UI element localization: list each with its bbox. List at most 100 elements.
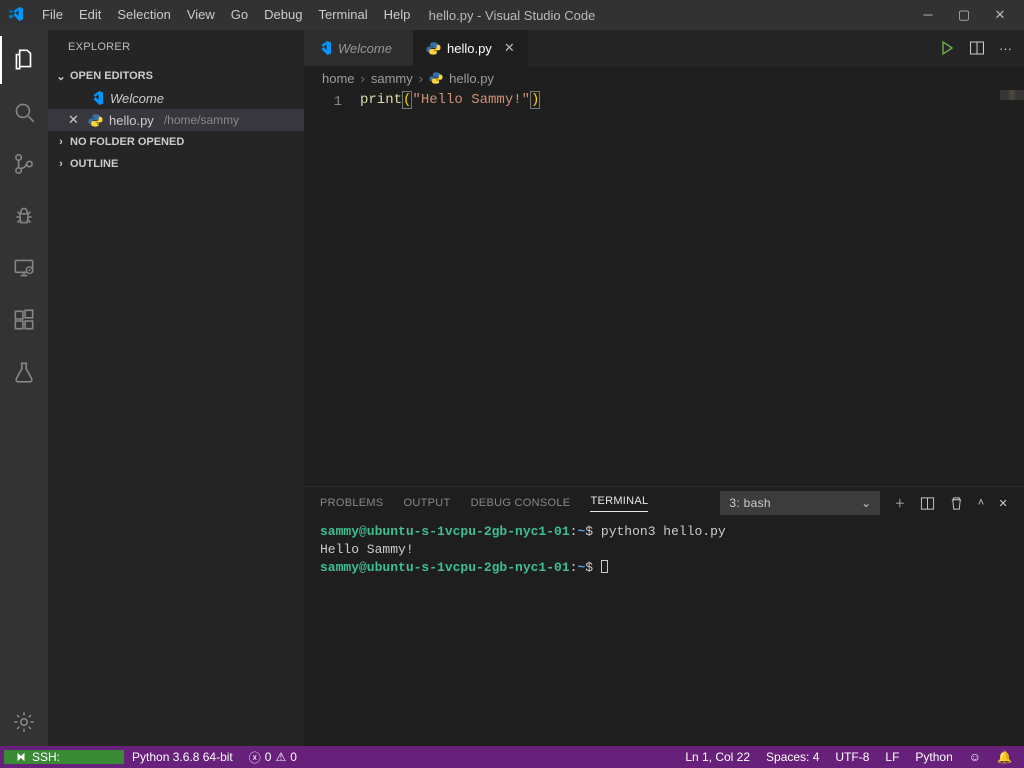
close-icon[interactable]: ✕	[504, 40, 515, 56]
status-bar: SSH: Python 3.6.8 64-bit ⓧ0 ⚠0 Ln 1, Col…	[0, 746, 1024, 768]
menu-file[interactable]: File	[34, 0, 71, 30]
close-icon[interactable]: ✕	[998, 497, 1008, 510]
warning-icon: ⚠	[275, 750, 286, 764]
activity-search[interactable]	[0, 88, 48, 136]
status-encoding[interactable]: UTF-8	[827, 750, 877, 764]
activity-debug[interactable]	[0, 192, 48, 240]
status-remote[interactable]: SSH:	[4, 750, 124, 764]
status-indent[interactable]: Spaces: 4	[758, 750, 827, 764]
chevron-right-icon: ›	[54, 136, 68, 148]
more-icon[interactable]: ···	[999, 41, 1012, 56]
activity-test[interactable]	[0, 348, 48, 396]
menu-view[interactable]: View	[179, 0, 223, 30]
open-editor-welcome[interactable]: Welcome	[48, 87, 304, 109]
tab-hello-py[interactable]: hello.py ✕	[414, 30, 528, 66]
titlebar: File Edit Selection View Go Debug Termin…	[0, 0, 1024, 30]
status-feedback-icon[interactable]: ☺	[961, 750, 989, 764]
breadcrumb[interactable]: home › sammy › hello.py	[304, 66, 1024, 90]
status-language[interactable]: Python	[907, 750, 960, 764]
token-function: print	[360, 92, 402, 108]
menu-terminal[interactable]: Terminal	[310, 0, 375, 30]
token-bracket-match: )	[530, 91, 540, 109]
token-bracket-match: (	[402, 91, 412, 109]
terminal-body[interactable]: sammy@ubuntu-s-1vcpu-2gb-nyc1-01:~$ pyth…	[304, 519, 1024, 746]
chevron-up-icon[interactable]: ˄	[978, 497, 985, 509]
status-problems[interactable]: ⓧ0 ⚠0	[241, 749, 305, 766]
vscode-logo-icon	[8, 6, 26, 24]
status-lncol[interactable]: Ln 1, Col 22	[677, 750, 758, 764]
terminal-select-label: 3: bash	[729, 496, 770, 510]
crumb-file[interactable]: hello.py	[449, 71, 494, 86]
term-command: python3 hello.py	[601, 524, 726, 539]
new-terminal-icon[interactable]: ＋	[894, 495, 905, 511]
tab-bar: Welcome hello.py ✕ ···	[304, 30, 1024, 66]
activity-extensions[interactable]	[0, 296, 48, 344]
chevron-right-icon: ›	[54, 158, 68, 170]
panel-tab-debug-console[interactable]: DEBUG CONSOLE	[471, 497, 571, 509]
menu-selection[interactable]: Selection	[109, 0, 178, 30]
crumb-sammy[interactable]: sammy	[371, 71, 413, 86]
line-gutter: 1	[304, 90, 360, 486]
menu-debug[interactable]: Debug	[256, 0, 310, 30]
activity-bar	[0, 30, 48, 746]
term-user: sammy@ubuntu-s-1vcpu-2gb-nyc1-01	[320, 524, 570, 539]
python-file-icon	[429, 71, 443, 85]
open-editor-hello-py[interactable]: ✕ hello.py /home/sammy	[48, 109, 304, 131]
code-content[interactable]: print("Hello Sammy!")	[360, 90, 540, 486]
vscode-logo-icon	[316, 40, 332, 56]
close-icon[interactable]: ✕	[68, 112, 82, 128]
section-outline[interactable]: › OUTLINE	[48, 153, 304, 175]
panel-tabs: PROBLEMS OUTPUT DEBUG CONSOLE TERMINAL 3…	[304, 487, 1024, 519]
open-editor-label: hello.py	[109, 113, 154, 128]
activity-settings[interactable]	[0, 698, 48, 746]
line-number: 1	[304, 92, 342, 112]
tab-label: hello.py	[447, 41, 492, 56]
section-open-editors-label: OPEN EDITORS	[70, 70, 153, 82]
sidebar-title: EXPLORER	[48, 30, 304, 65]
menu-help[interactable]: Help	[376, 0, 419, 30]
panel-tab-problems[interactable]: PROBLEMS	[320, 497, 384, 509]
crumb-home[interactable]: home	[322, 71, 355, 86]
chevron-right-icon: ›	[361, 71, 365, 86]
python-file-icon	[88, 113, 103, 128]
section-no-folder-label: NO FOLDER OPENED	[70, 136, 184, 148]
split-terminal-icon[interactable]	[920, 496, 935, 511]
open-editor-label: Welcome	[110, 91, 164, 106]
term-output: Hello Sammy!	[320, 542, 414, 557]
activity-source-control[interactable]	[0, 140, 48, 188]
status-python[interactable]: Python 3.6.8 64-bit	[124, 750, 241, 764]
terminal-cursor	[601, 560, 608, 573]
vscode-logo-icon	[88, 90, 104, 106]
term-user: sammy@ubuntu-s-1vcpu-2gb-nyc1-01	[320, 560, 570, 575]
remote-icon	[14, 750, 28, 764]
menu-edit[interactable]: Edit	[71, 0, 109, 30]
run-icon[interactable]	[939, 40, 955, 56]
code-editor[interactable]: 1 print("Hello Sammy!")	[304, 90, 1024, 486]
activity-remote[interactable]	[0, 244, 48, 292]
panel-tab-terminal[interactable]: TERMINAL	[590, 495, 648, 512]
python-file-icon	[426, 41, 441, 56]
panel: PROBLEMS OUTPUT DEBUG CONSOLE TERMINAL 3…	[304, 486, 1024, 746]
window-close-icon[interactable]: ✕	[992, 7, 1008, 23]
chevron-down-icon: ⌄	[54, 70, 68, 83]
panel-tab-output[interactable]: OUTPUT	[404, 497, 451, 509]
tab-label: Welcome	[338, 41, 392, 56]
editor-group: Welcome hello.py ✕ ··· ho	[304, 30, 1024, 746]
section-no-folder[interactable]: › NO FOLDER OPENED	[48, 131, 304, 153]
terminal-select[interactable]: 3: bash ⌄	[720, 491, 880, 515]
menu-go[interactable]: Go	[223, 0, 256, 30]
minimap[interactable]	[1000, 90, 1024, 100]
tab-welcome[interactable]: Welcome	[304, 30, 414, 66]
sidebar-explorer: EXPLORER ⌄ OPEN EDITORS Welcome ✕ hello.…	[48, 30, 304, 746]
status-eol[interactable]: LF	[877, 750, 907, 764]
kill-terminal-icon[interactable]	[949, 496, 964, 511]
activity-explorer[interactable]	[0, 36, 48, 84]
status-bell-icon[interactable]: 🔔	[989, 750, 1020, 764]
split-editor-icon[interactable]	[969, 40, 985, 56]
chevron-down-icon: ⌄	[861, 496, 871, 510]
window-minimize-icon[interactable]: ─	[920, 7, 936, 23]
window-maximize-icon[interactable]: ▢	[956, 7, 972, 23]
token-string: "Hello Sammy!"	[412, 92, 530, 108]
window-controls: ─ ▢ ✕	[920, 7, 1016, 23]
section-open-editors[interactable]: ⌄ OPEN EDITORS	[48, 65, 304, 87]
